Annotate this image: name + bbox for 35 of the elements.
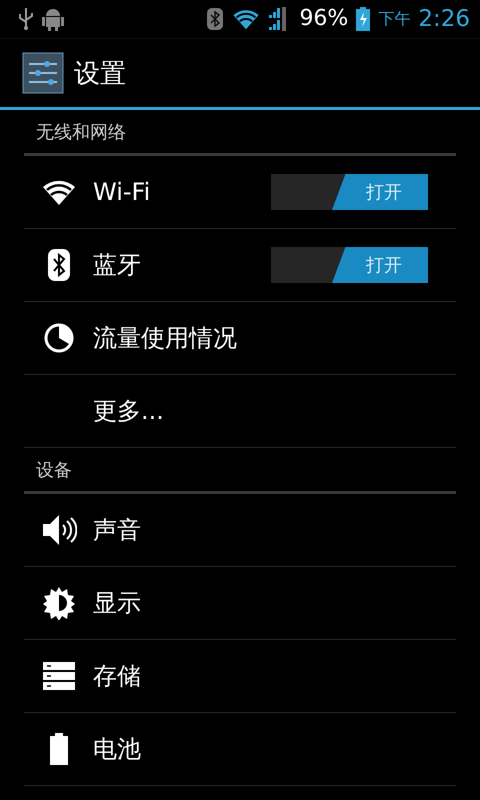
- settings-item[interactable]: 显示: [24, 567, 456, 640]
- brightness-icon: [42, 586, 76, 620]
- battery-icon: [50, 733, 68, 765]
- robot-icon: [42, 7, 64, 31]
- storage-icon: [42, 662, 74, 690]
- usb-icon: [18, 8, 34, 30]
- settings-icon: [22, 52, 64, 94]
- wifi-icon: [231, 8, 262, 30]
- wifi-icon: [42, 178, 76, 206]
- settings-item[interactable]: 存储: [24, 640, 456, 713]
- clock-time: 2:26: [418, 8, 470, 30]
- section-header: 无线和网络: [36, 121, 126, 144]
- screen-title: 设置: [74, 58, 126, 90]
- item-label: 电池: [93, 734, 142, 765]
- item-label: 更多...: [93, 396, 165, 427]
- bluetooth-icon: [48, 249, 70, 281]
- item-label: 声音: [93, 515, 142, 546]
- bluetooth-icon: [207, 8, 224, 30]
- battery-charging-icon: [356, 7, 370, 31]
- item-label: 流量使用情况: [93, 323, 238, 354]
- settings-item[interactable]: 电池: [24, 713, 456, 786]
- item-label: 蓝牙: [93, 250, 142, 281]
- settings-item[interactable]: Wi-Fi 打开: [24, 156, 456, 229]
- settings-item[interactable]: 更多...: [24, 375, 456, 448]
- section-header: 设备: [36, 459, 72, 482]
- battery-percent: 96%: [299, 8, 348, 30]
- item-label: Wi-Fi: [93, 178, 152, 206]
- time-period: 下午: [378, 11, 410, 27]
- settings-item[interactable]: 声音: [24, 494, 456, 567]
- settings-item[interactable]: 蓝牙 打开: [24, 229, 456, 302]
- settings-item[interactable]: 流量使用情况: [24, 302, 456, 375]
- clock-icon: [42, 322, 74, 354]
- item-label: 显示: [93, 588, 142, 619]
- item-label: 存储: [93, 661, 142, 692]
- speaker-icon: [40, 513, 76, 547]
